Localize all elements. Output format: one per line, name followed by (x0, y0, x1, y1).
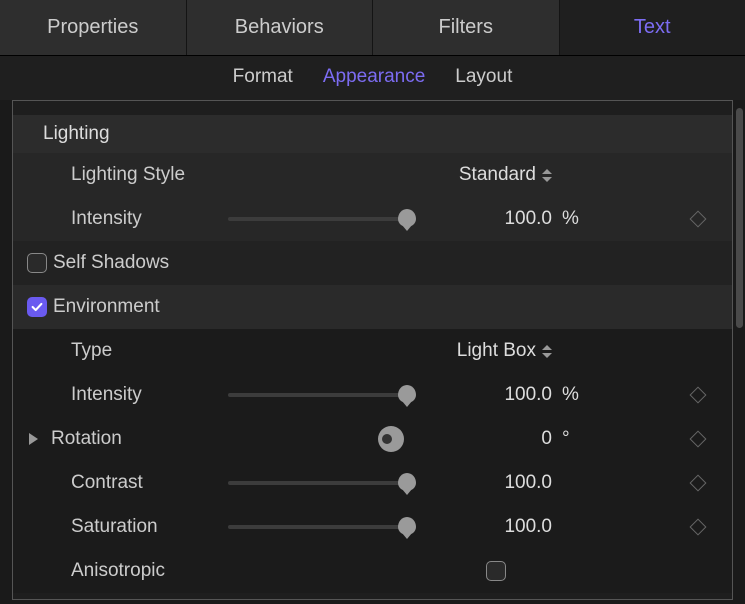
slider-env-intensity[interactable] (228, 393, 408, 397)
value-env-rotation[interactable]: 0 (428, 428, 558, 450)
value-env-saturation[interactable]: 100.0 (428, 516, 558, 538)
unit-env-intensity: % (558, 384, 588, 406)
value-env-intensity[interactable]: 100.0 (428, 384, 558, 406)
keyframe-icon[interactable] (690, 211, 707, 228)
row-env-anisotropic: Anisotropic (13, 549, 732, 593)
dial-rotation[interactable] (378, 426, 404, 452)
label-env-type: Type (43, 340, 228, 362)
row-env-saturation: Saturation 100.0 (13, 505, 732, 549)
tab-behaviors[interactable]: Behaviors (187, 0, 374, 55)
slider-env-contrast[interactable] (228, 481, 408, 485)
keyframe-icon[interactable] (690, 387, 707, 404)
value-lighting-intensity[interactable]: 100.0 (428, 208, 558, 230)
checkbox-environment[interactable] (27, 297, 47, 317)
slider-env-saturation[interactable] (228, 525, 408, 529)
slider-lighting-intensity[interactable] (228, 217, 408, 221)
dropdown-stepper-icon[interactable] (542, 345, 552, 358)
label-env-rotation: Rotation (43, 428, 228, 450)
slider-thumb-icon[interactable] (398, 209, 416, 227)
subtab-layout[interactable]: Layout (455, 66, 512, 88)
label-env-contrast: Contrast (43, 472, 228, 494)
value-lighting-style[interactable]: Standard (459, 164, 536, 186)
inspector-panel: Lighting Lighting Style Standard Intensi… (12, 100, 733, 600)
row-self-shadows: Self Shadows (13, 241, 732, 285)
row-environment: Environment (13, 285, 732, 329)
section-lighting: Lighting (13, 115, 732, 153)
slider-thumb-icon[interactable] (398, 385, 416, 403)
scrollbar[interactable] (736, 100, 743, 592)
label-env-anisotropic: Anisotropic (43, 560, 228, 582)
tab-filters[interactable]: Filters (373, 0, 560, 55)
slider-thumb-icon[interactable] (398, 473, 416, 491)
row-env-intensity: Intensity 100.0 % (13, 373, 732, 417)
row-env-contrast: Contrast 100.0 (13, 461, 732, 505)
sub-tabs: Format Appearance Layout (0, 56, 745, 100)
checkbox-anisotropic[interactable] (486, 561, 506, 581)
label-env-saturation: Saturation (43, 516, 228, 538)
value-env-type[interactable]: Light Box (457, 340, 536, 362)
unit-env-rotation: ° (558, 428, 588, 450)
row-lighting-style: Lighting Style Standard (13, 153, 732, 197)
tab-text[interactable]: Text (560, 0, 745, 55)
dropdown-stepper-icon[interactable] (542, 169, 552, 182)
row-env-rotation: Rotation 0 ° (13, 417, 732, 461)
row-env-type: Type Light Box (13, 329, 732, 373)
value-env-contrast[interactable]: 100.0 (428, 472, 558, 494)
label-lighting-style: Lighting Style (43, 164, 228, 186)
scrollbar-thumb[interactable] (736, 108, 743, 328)
subtab-appearance[interactable]: Appearance (323, 66, 425, 88)
label-lighting-intensity: Intensity (43, 208, 228, 230)
disclose-arrow-icon[interactable] (29, 433, 38, 445)
label-env-intensity: Intensity (43, 384, 228, 406)
tab-properties[interactable]: Properties (0, 0, 187, 55)
keyframe-icon[interactable] (690, 519, 707, 536)
row-lighting-intensity: Intensity 100.0 % (13, 197, 732, 241)
subtab-format[interactable]: Format (233, 66, 293, 88)
main-tabs: Properties Behaviors Filters Text (0, 0, 745, 56)
keyframe-icon[interactable] (690, 431, 707, 448)
checkbox-self-shadows[interactable] (27, 253, 47, 273)
label-self-shadows: Self Shadows (51, 252, 236, 274)
slider-thumb-icon[interactable] (398, 517, 416, 535)
label-environment: Environment (51, 296, 236, 318)
keyframe-icon[interactable] (690, 475, 707, 492)
unit-lighting-intensity: % (558, 208, 588, 230)
